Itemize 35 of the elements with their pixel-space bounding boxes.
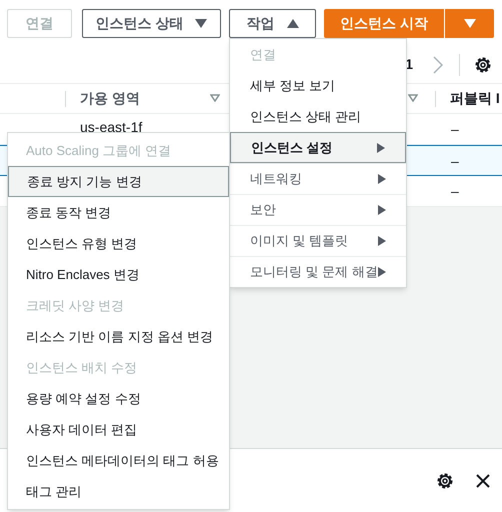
menu-item[interactable]: 사용자 데이터 편집 bbox=[8, 414, 229, 445]
menu-item[interactable]: 세부 정보 보기 bbox=[230, 70, 406, 101]
submenu-arrow-icon bbox=[378, 267, 386, 277]
menu-item[interactable]: 태그 관리 bbox=[8, 476, 229, 507]
menu-item[interactable]: 종료 방지 기능 변경 bbox=[8, 166, 229, 197]
settings-icon[interactable] bbox=[474, 56, 492, 74]
column-header[interactable]: 퍼블릭 I bbox=[450, 88, 500, 109]
submenu-arrow-icon bbox=[377, 142, 385, 152]
dropdown-button[interactable]: 인스턴스 상태 bbox=[82, 9, 221, 38]
menu-item[interactable]: 용량 예약 설정 수정 bbox=[8, 383, 229, 414]
filter-icon[interactable] bbox=[408, 94, 418, 102]
menu-item[interactable]: 인스턴스 상태 관리 bbox=[230, 101, 406, 132]
submenu-arrow-icon bbox=[378, 174, 386, 184]
menu-item[interactable]: 인스턴스 유형 변경 bbox=[8, 228, 229, 259]
caret-up-icon bbox=[286, 19, 298, 28]
split-dropdown-button[interactable] bbox=[445, 9, 494, 38]
table-cell-text: – bbox=[451, 152, 459, 171]
settings-icon[interactable] bbox=[436, 472, 454, 490]
menu-item[interactable]: 인스턴스 메타데이터의 태그 허용 bbox=[8, 445, 229, 476]
caret-down-icon bbox=[464, 19, 476, 28]
menu-item[interactable]: 인스턴스 설정 bbox=[230, 132, 406, 163]
submenu-arrow-icon bbox=[378, 205, 386, 215]
close-icon[interactable] bbox=[476, 474, 490, 488]
menu-item[interactable]: 종료 동작 변경 bbox=[8, 197, 229, 228]
table-cell-text: us-east-1f bbox=[80, 118, 142, 137]
submenu-arrow-icon bbox=[378, 236, 386, 246]
next-page-icon[interactable] bbox=[433, 56, 443, 74]
dropdown-button[interactable]: 작업 bbox=[229, 9, 316, 38]
caret-down-icon bbox=[195, 19, 208, 28]
table-cell-text: – bbox=[451, 120, 459, 139]
column-header[interactable]: 가용 영역 bbox=[80, 88, 140, 109]
filter-icon[interactable] bbox=[210, 94, 220, 102]
table-cell-text: – bbox=[451, 182, 459, 201]
menu-item[interactable]: Nitro Enclaves 변경 bbox=[8, 259, 229, 290]
menu-item[interactable]: 리소스 기반 이름 지정 옵션 변경 bbox=[8, 321, 229, 352]
